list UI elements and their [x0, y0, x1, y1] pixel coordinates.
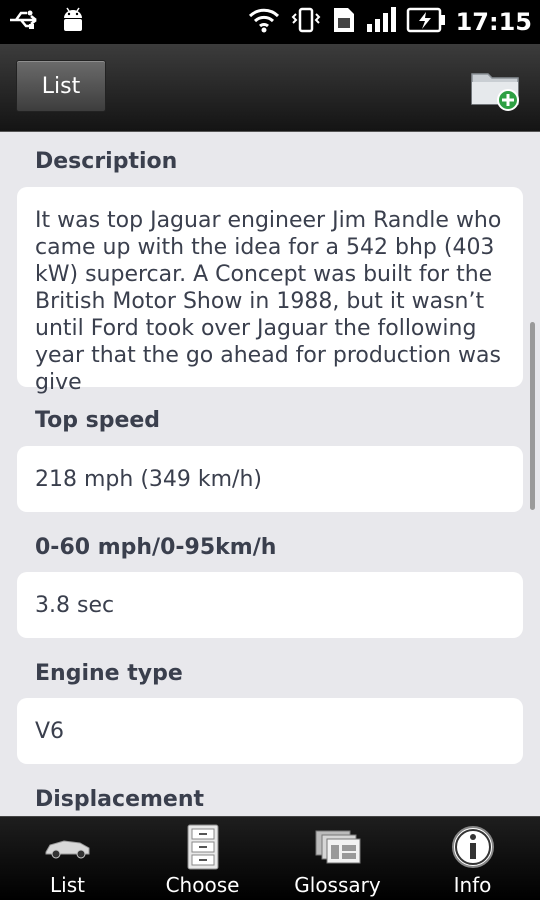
top-speed-label: Top speed [35, 408, 161, 433]
tab-glossary-label: Glossary [294, 873, 381, 897]
acceleration-value: 3.8 sec [17, 572, 523, 638]
signal-icon [366, 6, 396, 38]
top-speed-value: 218 mph (349 km/h) [17, 446, 523, 512]
android-debug-icon [58, 5, 88, 39]
tab-glossary[interactable]: Glossary [270, 817, 405, 900]
tab-info[interactable]: Info [405, 817, 540, 900]
vibrate-icon [290, 6, 322, 38]
displacement-label: Displacement [35, 787, 205, 812]
tab-info-label: Info [453, 873, 492, 897]
tab-list-label: List [50, 873, 85, 897]
folder-add-icon[interactable] [468, 64, 524, 112]
battery-charging-icon [406, 6, 446, 38]
description-value: It was top Jaguar engineer Jim Randle wh… [17, 187, 523, 395]
acceleration-label: 0-60 mph/0-95km/h [35, 535, 277, 560]
clock: 17:15 [455, 8, 532, 36]
list-button[interactable]: List [16, 60, 106, 112]
engine-type-value: V6 [17, 698, 523, 764]
description-label: Description [35, 149, 178, 174]
action-bar: List [0, 44, 540, 132]
detail-content[interactable]: Description It was top Jaguar engineer J… [0, 132, 540, 816]
tab-choose-label: Choose [165, 873, 240, 897]
cabinet-icon [175, 823, 231, 871]
tab-list[interactable]: List [0, 817, 135, 900]
info-icon [445, 823, 501, 871]
scrollbar[interactable] [530, 322, 535, 510]
car-icon [40, 823, 96, 871]
engine-type-label: Engine type [35, 661, 183, 686]
cards-icon [310, 823, 366, 871]
status-bar: 17:15 [0, 0, 540, 44]
usb-icon [8, 8, 44, 36]
wifi-icon [248, 7, 280, 37]
tab-choose[interactable]: Choose [135, 817, 270, 900]
sim-icon [332, 6, 356, 38]
bottom-tab-bar: List Choose Glossary Info [0, 816, 540, 900]
